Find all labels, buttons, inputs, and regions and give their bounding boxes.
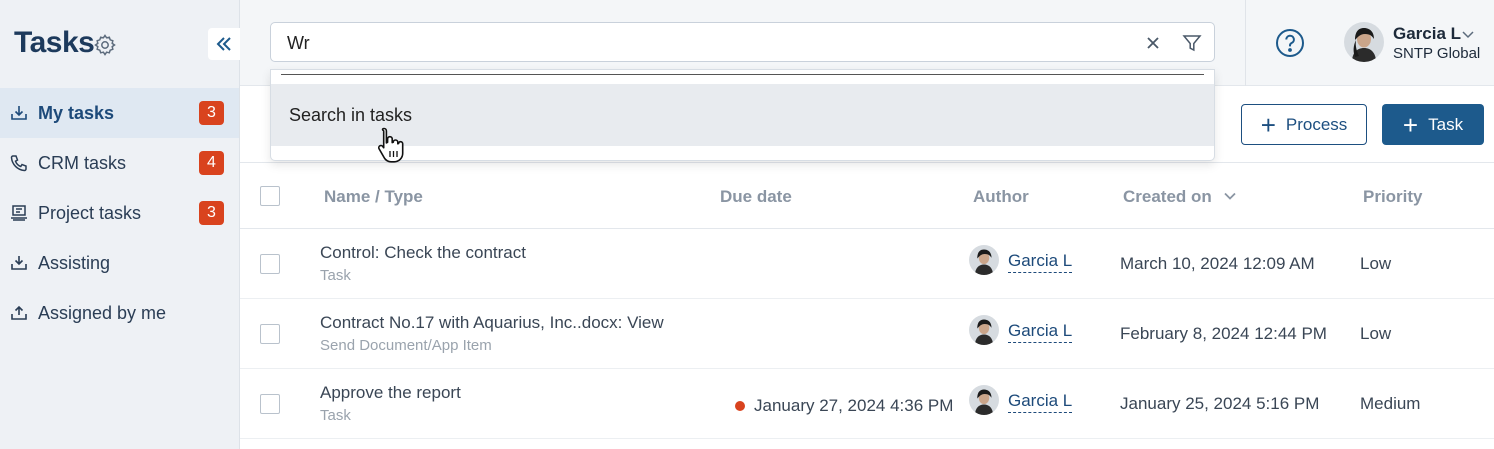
app-title: Tasks xyxy=(14,26,95,59)
gear-icon[interactable] xyxy=(93,33,117,57)
due-date-value: January 27, 2024 4:36 PM xyxy=(754,396,954,415)
task-type: Task xyxy=(320,407,351,424)
created-on: February 8, 2024 12:44 PM xyxy=(1120,324,1327,343)
row-checkbox[interactable] xyxy=(260,324,280,344)
sidebar-item-label: Assisting xyxy=(38,252,111,273)
author-link[interactable]: Garcia L xyxy=(1008,391,1073,413)
priority: Low xyxy=(1360,324,1392,343)
plus-icon: + xyxy=(1402,109,1419,140)
filter-icon[interactable] xyxy=(1181,32,1203,54)
phone-icon xyxy=(8,152,30,174)
priority: Low xyxy=(1360,254,1392,273)
add-task-button[interactable]: + Task xyxy=(1382,104,1484,145)
search-suggestions-dropdown: Search in tasks xyxy=(270,69,1215,161)
column-header-label: Created on xyxy=(1123,187,1212,206)
search-input[interactable] xyxy=(287,31,1127,55)
sidebar-item-label: Project tasks xyxy=(38,202,142,223)
table-row[interactable]: Control: Check the contract Task Garcia … xyxy=(240,229,1494,299)
sidebar-item-label: CRM tasks xyxy=(38,152,127,173)
user-organization: SNTP Global xyxy=(1393,45,1481,62)
avatar xyxy=(969,315,999,345)
button-label: Process xyxy=(1285,114,1348,134)
created-on: January 25, 2024 5:16 PM xyxy=(1120,394,1320,413)
button-label: Task xyxy=(1428,114,1464,134)
double-chevron-left-icon xyxy=(216,37,231,51)
column-header-author[interactable]: Author xyxy=(973,187,1029,207)
due-date: January 27, 2024 4:36 PM xyxy=(735,396,953,416)
search-box xyxy=(270,22,1215,62)
count-badge: 4 xyxy=(199,151,224,175)
collapse-sidebar-button[interactable] xyxy=(208,28,240,60)
project-board-icon xyxy=(8,202,30,224)
overdue-indicator xyxy=(735,401,745,411)
created-on: March 10, 2024 12:09 AM xyxy=(1120,254,1315,273)
count-badge: 3 xyxy=(199,101,224,125)
sidebar: Tasks My tasks 3 CRM tasks 4 Project tas… xyxy=(0,0,240,449)
author-link[interactable]: Garcia L xyxy=(1008,251,1073,273)
sidebar-item-project-tasks[interactable]: Project tasks 3 xyxy=(0,188,239,238)
column-header-due-date[interactable]: Due date xyxy=(720,187,792,207)
search-in-tasks-option[interactable]: Search in tasks xyxy=(271,84,1214,146)
tasks-table: Name / Type Due date Author Created on P… xyxy=(240,163,1494,439)
user-name[interactable]: Garcia L xyxy=(1393,24,1461,44)
chevron-down-icon xyxy=(1223,192,1236,200)
count-badge: 3 xyxy=(199,201,224,225)
column-header-name[interactable]: Name / Type xyxy=(324,187,423,207)
add-process-button[interactable]: + Process xyxy=(1241,104,1367,145)
help-icon[interactable] xyxy=(1274,27,1306,59)
column-header-created-on[interactable]: Created on xyxy=(1123,187,1237,207)
sidebar-item-assisting[interactable]: Assisting xyxy=(0,238,239,288)
task-name[interactable]: Approve the report xyxy=(320,383,461,403)
sidebar-item-label: Assigned by me xyxy=(38,302,167,323)
row-checkbox[interactable] xyxy=(260,394,280,414)
task-name[interactable]: Contract No.17 with Aquarius, Inc..docx:… xyxy=(320,313,664,333)
column-header-priority[interactable]: Priority xyxy=(1363,187,1423,207)
tray-upload-icon xyxy=(8,302,30,324)
sidebar-item-label: My tasks xyxy=(38,102,115,123)
row-checkbox[interactable] xyxy=(260,254,280,274)
avatar xyxy=(969,245,999,275)
header-divider xyxy=(1245,0,1246,86)
plus-icon: + xyxy=(1260,109,1276,140)
table-header: Name / Type Due date Author Created on P… xyxy=(240,163,1494,229)
hand-pointer-cursor-icon xyxy=(377,127,404,163)
chevron-down-icon[interactable] xyxy=(1461,27,1475,41)
select-all-checkbox[interactable] xyxy=(260,186,280,206)
sidebar-item-assigned-by-me[interactable]: Assigned by me xyxy=(0,288,239,338)
table-row[interactable]: Contract No.17 with Aquarius, Inc..docx:… xyxy=(240,299,1494,369)
author-link[interactable]: Garcia L xyxy=(1008,321,1073,343)
table-row[interactable]: Approve the report Task January 27, 2024… xyxy=(240,369,1494,439)
sidebar-nav: My tasks 3 CRM tasks 4 Project tasks 3 A… xyxy=(0,88,239,338)
sidebar-item-my-tasks[interactable]: My tasks 3 xyxy=(0,88,239,138)
avatar xyxy=(969,385,999,415)
priority: Medium xyxy=(1360,394,1421,413)
inbox-download-icon xyxy=(8,102,30,124)
sidebar-item-crm-tasks[interactable]: CRM tasks 4 xyxy=(0,138,239,188)
task-type: Task xyxy=(320,267,351,284)
dropdown-divider xyxy=(281,74,1204,75)
avatar[interactable] xyxy=(1344,22,1384,62)
task-type: Send Document/App Item xyxy=(320,337,492,354)
tray-download-icon xyxy=(8,252,30,274)
close-icon[interactable] xyxy=(1143,33,1163,53)
task-name[interactable]: Control: Check the contract xyxy=(320,243,526,263)
